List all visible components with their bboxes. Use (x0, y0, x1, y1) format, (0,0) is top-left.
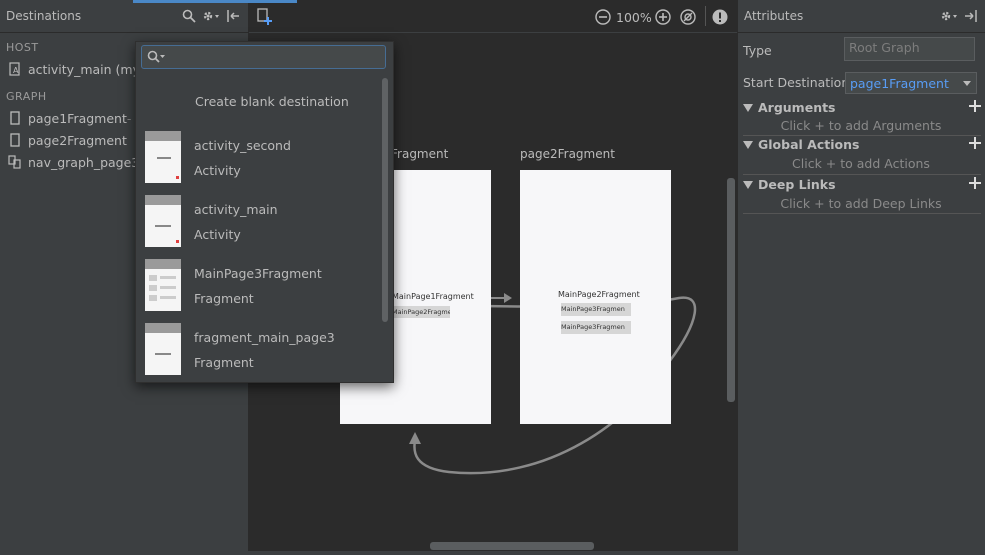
svg-text:A: A (13, 66, 19, 75)
layout-thumbnail (145, 195, 181, 247)
start-destination-label: Start Destination (743, 75, 850, 90)
gear-icon[interactable] (940, 7, 958, 25)
triangle-down-icon (743, 100, 753, 115)
add-destination-icon[interactable] (257, 8, 273, 29)
type-label: Type (743, 43, 772, 58)
hide-panel-icon[interactable] (962, 7, 980, 25)
destination-search-input[interactable] (170, 48, 384, 68)
status-strip (0, 551, 985, 555)
zoom-fit-icon[interactable] (680, 9, 696, 28)
attributes-title: Attributes (744, 9, 804, 23)
zoom-level: 100% (616, 10, 652, 25)
add-action-icon[interactable] (969, 137, 981, 152)
fragment1-button: MainPage2Fragmen (392, 306, 450, 318)
graph-item-label: nav_graph_page3 (28, 154, 140, 170)
type-value: Root Graph (849, 40, 920, 55)
fragment2-title: MainPage2Fragment (558, 290, 640, 299)
item-title: activity_main (194, 202, 278, 217)
triangle-down-icon (743, 177, 753, 192)
start-destination-select[interactable]: page1Fragment (845, 72, 977, 94)
add-argument-icon[interactable] (969, 100, 981, 115)
item-type: Fragment (194, 291, 254, 306)
fragment1-title: MainPage1Fragment (392, 292, 474, 301)
item-type: Activity (194, 227, 241, 242)
item-type: Activity (194, 163, 241, 178)
global-actions-hint: Click + to add Actions (792, 156, 930, 171)
deep-links-hint: Click + to add Deep Links (780, 196, 942, 211)
deep-links-section-header[interactable]: Deep Links (743, 177, 981, 192)
arguments-title: Arguments (758, 100, 836, 115)
zoom-in-icon[interactable] (655, 9, 671, 28)
search-icon[interactable] (180, 7, 198, 25)
item-type: Fragment (194, 355, 254, 370)
separator (743, 174, 981, 175)
collapse-icon[interactable] (224, 7, 242, 25)
activity-icon: A (8, 62, 22, 76)
item-title: fragment_main_page3 (194, 330, 335, 345)
layout-thumbnail (145, 131, 181, 183)
popup-list-item[interactable]: activity_main Activity (136, 188, 381, 252)
fragment2-button-1: MainPage3Fragmen (561, 303, 631, 316)
arguments-hint: Click + to add Arguments (780, 118, 942, 133)
item-title: MainPage3Fragment (194, 266, 322, 281)
popup-list-item[interactable]: MainPage3Fragment Fragment (136, 252, 381, 316)
chevron-down-icon (962, 76, 972, 91)
fragment-icon (8, 111, 22, 125)
layout-thumbnail (145, 259, 181, 311)
popup-list-item[interactable]: fragment_main_page3 Fragment (136, 316, 381, 378)
destinations-header: Destinations (0, 0, 248, 33)
deep-links-title: Deep Links (758, 177, 836, 192)
destinations-title: Destinations (6, 9, 82, 23)
gear-icon[interactable] (202, 7, 220, 25)
attributes-header: Attributes (738, 0, 985, 33)
popup-scrollbar[interactable] (382, 78, 388, 322)
graph-item-label: page1Fragment (28, 110, 127, 126)
separator (743, 213, 981, 214)
popup-list-item[interactable]: activity_second Activity (136, 124, 381, 188)
horizontal-scrollbar[interactable] (430, 542, 594, 550)
separator (743, 135, 981, 136)
toolbar-divider (705, 6, 706, 26)
graph-item-label: page2Fragment (28, 132, 127, 148)
create-blank-destination[interactable]: Create blank destination (195, 94, 349, 109)
add-deep-link-icon[interactable] (969, 177, 981, 192)
item-title: activity_second (194, 138, 291, 153)
triangle-down-icon (743, 137, 753, 152)
global-actions-title: Global Actions (758, 137, 860, 152)
warning-icon[interactable] (712, 9, 728, 28)
type-field: Root Graph (844, 37, 975, 61)
fragment2-preview[interactable]: MainPage2Fragment MainPage3Fragmen MainP… (520, 170, 671, 424)
zoom-out-icon[interactable] (595, 9, 611, 28)
global-actions-section-header[interactable]: Global Actions (743, 137, 981, 152)
fragment-icon (8, 133, 22, 147)
nested-graph-icon (8, 155, 22, 169)
fragment2-button-2: MainPage3Fragmen (561, 321, 631, 334)
editor-toolbar: 100% (249, 0, 737, 33)
start-destination-value: page1Fragment (850, 75, 949, 91)
search-icon (147, 50, 167, 67)
arguments-section-header[interactable]: Arguments (743, 100, 981, 115)
layout-thumbnail (145, 323, 181, 375)
vertical-scrollbar[interactable] (727, 178, 735, 402)
destination-search-field[interactable] (141, 45, 386, 69)
